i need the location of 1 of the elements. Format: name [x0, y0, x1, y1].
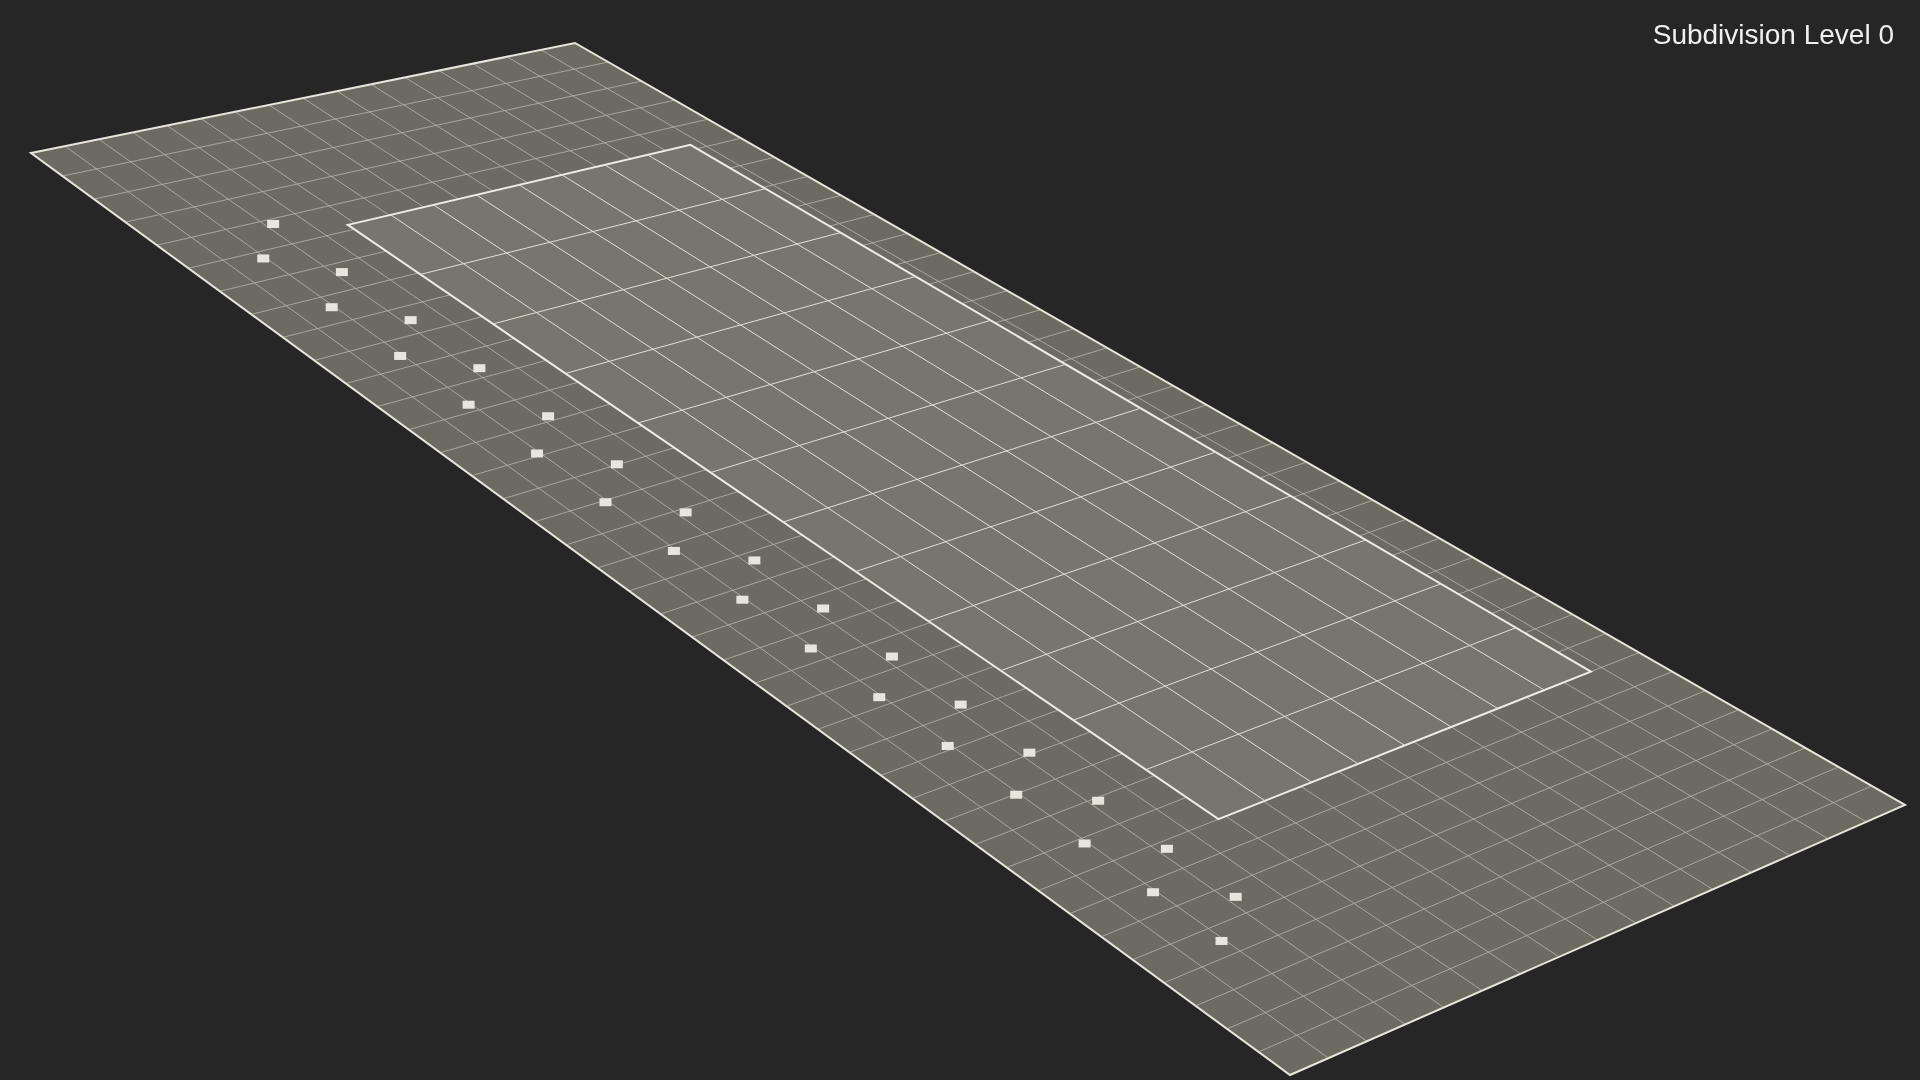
subdivision-level-label: Subdivision Level 0 — [1652, 18, 1894, 52]
